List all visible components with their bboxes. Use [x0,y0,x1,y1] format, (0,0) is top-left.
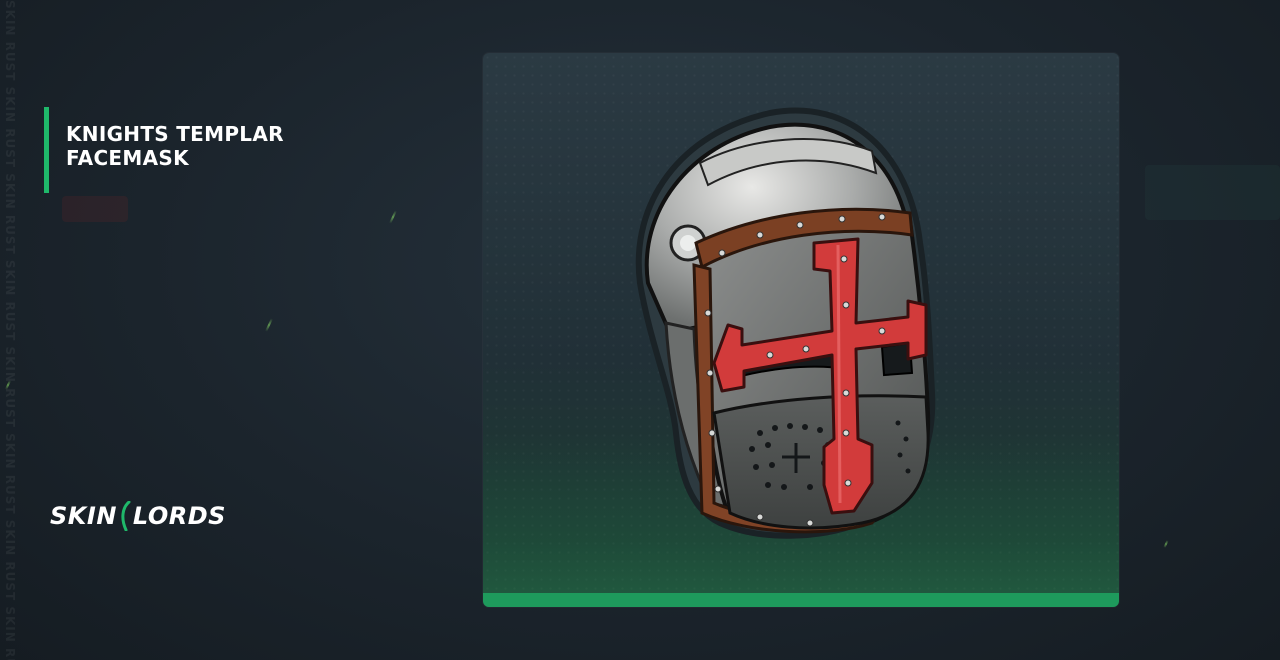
sparkle-decoration [1163,539,1169,549]
price-badge-placeholder [62,196,128,222]
item-title-block: KNIGHTS TEMPLAR FACEMASK [44,107,366,193]
sparkle-decoration [265,318,273,332]
item-card [483,53,1119,607]
item-title: KNIGHTS TEMPLAR FACEMASK [66,122,284,170]
background-decoration [1145,165,1280,220]
side-watermark: SKIN RUST SKIN RUST SKIN RUST SKIN RUST … [0,0,22,660]
brand-logo-text-skin: SKIN [50,502,117,530]
knights-templar-helmet-icon [635,107,936,539]
brand-logo-text-lords: LORDS [132,502,226,530]
sparkle-decoration [389,210,397,224]
brand-slash-icon [121,501,131,531]
brand-logo: SKIN LORDS [50,500,226,532]
watermark-text: SKIN RUST SKIN RUST SKIN RUST SKIN RUST … [3,0,17,660]
rarity-bar [483,593,1119,607]
